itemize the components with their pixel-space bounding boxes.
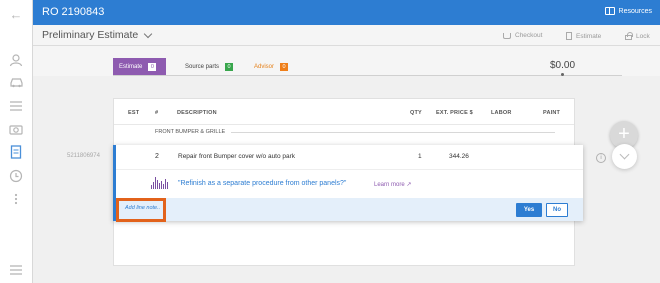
expand-button[interactable] <box>612 144 637 169</box>
tab-estimate-count: 0 <box>148 63 157 71</box>
no-button[interactable]: No <box>546 203 568 217</box>
estimate-total: $0.00 <box>550 60 576 71</box>
document-icon <box>566 32 572 40</box>
camera-icon[interactable] <box>8 121 24 137</box>
col-labor: LABOR <box>491 110 512 116</box>
more-icon[interactable] <box>8 191 24 207</box>
col-est: EST <box>128 110 140 116</box>
page-header: Preliminary Estimate Checkout Estimate L… <box>33 25 660 46</box>
lock-label: Lock <box>636 32 650 40</box>
lock-icon <box>625 32 633 40</box>
header-divider <box>114 124 574 125</box>
col-paint: PAINT <box>543 110 561 116</box>
learn-more-link[interactable]: Learn more ↗ <box>374 181 411 188</box>
tab-source-parts-label: Source parts <box>185 64 220 70</box>
group-title: FRONT BUMPER & GRILLE <box>155 129 226 135</box>
left-rail: ← <box>0 0 33 283</box>
table-row[interactable]: 2 Repair front Bumper cover w/o auto par… <box>113 145 583 221</box>
row-actions-bar: Add line note.. Yes No <box>116 198 583 221</box>
ro-number: RO 2190843 <box>42 6 105 18</box>
chevron-down-icon <box>144 29 153 38</box>
book-icon <box>604 7 615 15</box>
total-indicator-dot <box>561 73 564 76</box>
row-number: 2 <box>155 153 159 160</box>
line-id: 5211806974 <box>67 153 100 159</box>
resources-button[interactable]: Resources <box>604 7 652 15</box>
checkout-label: Checkout <box>515 32 543 39</box>
chevron-down-icon <box>619 149 630 160</box>
row-price: 344.26 <box>449 153 469 160</box>
cart-icon <box>503 32 511 39</box>
tab-source-parts-count: 0 <box>225 63 234 71</box>
document-icon[interactable] <box>8 144 24 160</box>
page-title: Preliminary Estimate <box>42 29 139 41</box>
row-description: Repair front Bumper cover w/o auto park <box>178 153 296 160</box>
estimate-selector[interactable]: Preliminary Estimate <box>42 29 153 41</box>
resources-label: Resources <box>618 7 652 15</box>
checkout-button[interactable]: Checkout <box>503 32 542 39</box>
group-header: FRONT BUMPER & GRILLE <box>155 129 555 135</box>
tab-advisor[interactable]: Advisor 0 <box>248 58 294 76</box>
col-description: DESCRIPTION <box>177 110 217 116</box>
tab-advisor-label: Advisor <box>254 64 275 70</box>
row-divider <box>116 169 583 170</box>
back-arrow-icon[interactable]: ← <box>8 6 24 22</box>
tabs-row: Estimate 0 Source parts 0 Advisor 0 $0.0… <box>33 46 660 76</box>
tab-estimate-label: Estimate <box>119 64 143 70</box>
top-bar: RO 2190843 Resources <box>33 0 660 25</box>
row-qty: 1 <box>418 153 422 160</box>
lock-button[interactable]: Lock <box>625 32 650 40</box>
tab-source-parts[interactable]: Source parts 0 <box>179 58 239 76</box>
tabs-divider <box>113 75 622 76</box>
car-icon[interactable] <box>8 74 24 90</box>
col-num: # <box>155 110 159 116</box>
list-icon[interactable] <box>8 98 24 114</box>
tab-estimate[interactable]: Estimate 0 <box>113 58 166 76</box>
advisor-bars-icon <box>151 177 168 189</box>
person-icon[interactable] <box>8 52 24 68</box>
col-qty: QTY <box>410 110 422 116</box>
menu-icon[interactable] <box>8 262 24 278</box>
estimate-label: Estimate <box>576 32 602 40</box>
tab-advisor-count: 0 <box>280 63 289 71</box>
yes-button[interactable]: Yes <box>516 203 542 217</box>
highlight-box <box>116 198 166 222</box>
group-divider <box>231 131 555 133</box>
info-icon[interactable]: i <box>596 153 606 163</box>
col-ext-price: EXT. PRICE $ <box>436 110 473 116</box>
estimate-button[interactable]: Estimate <box>566 32 601 40</box>
history-icon[interactable] <box>8 168 24 184</box>
advisor-question: "Refinish as a separate procedure from o… <box>178 180 347 187</box>
